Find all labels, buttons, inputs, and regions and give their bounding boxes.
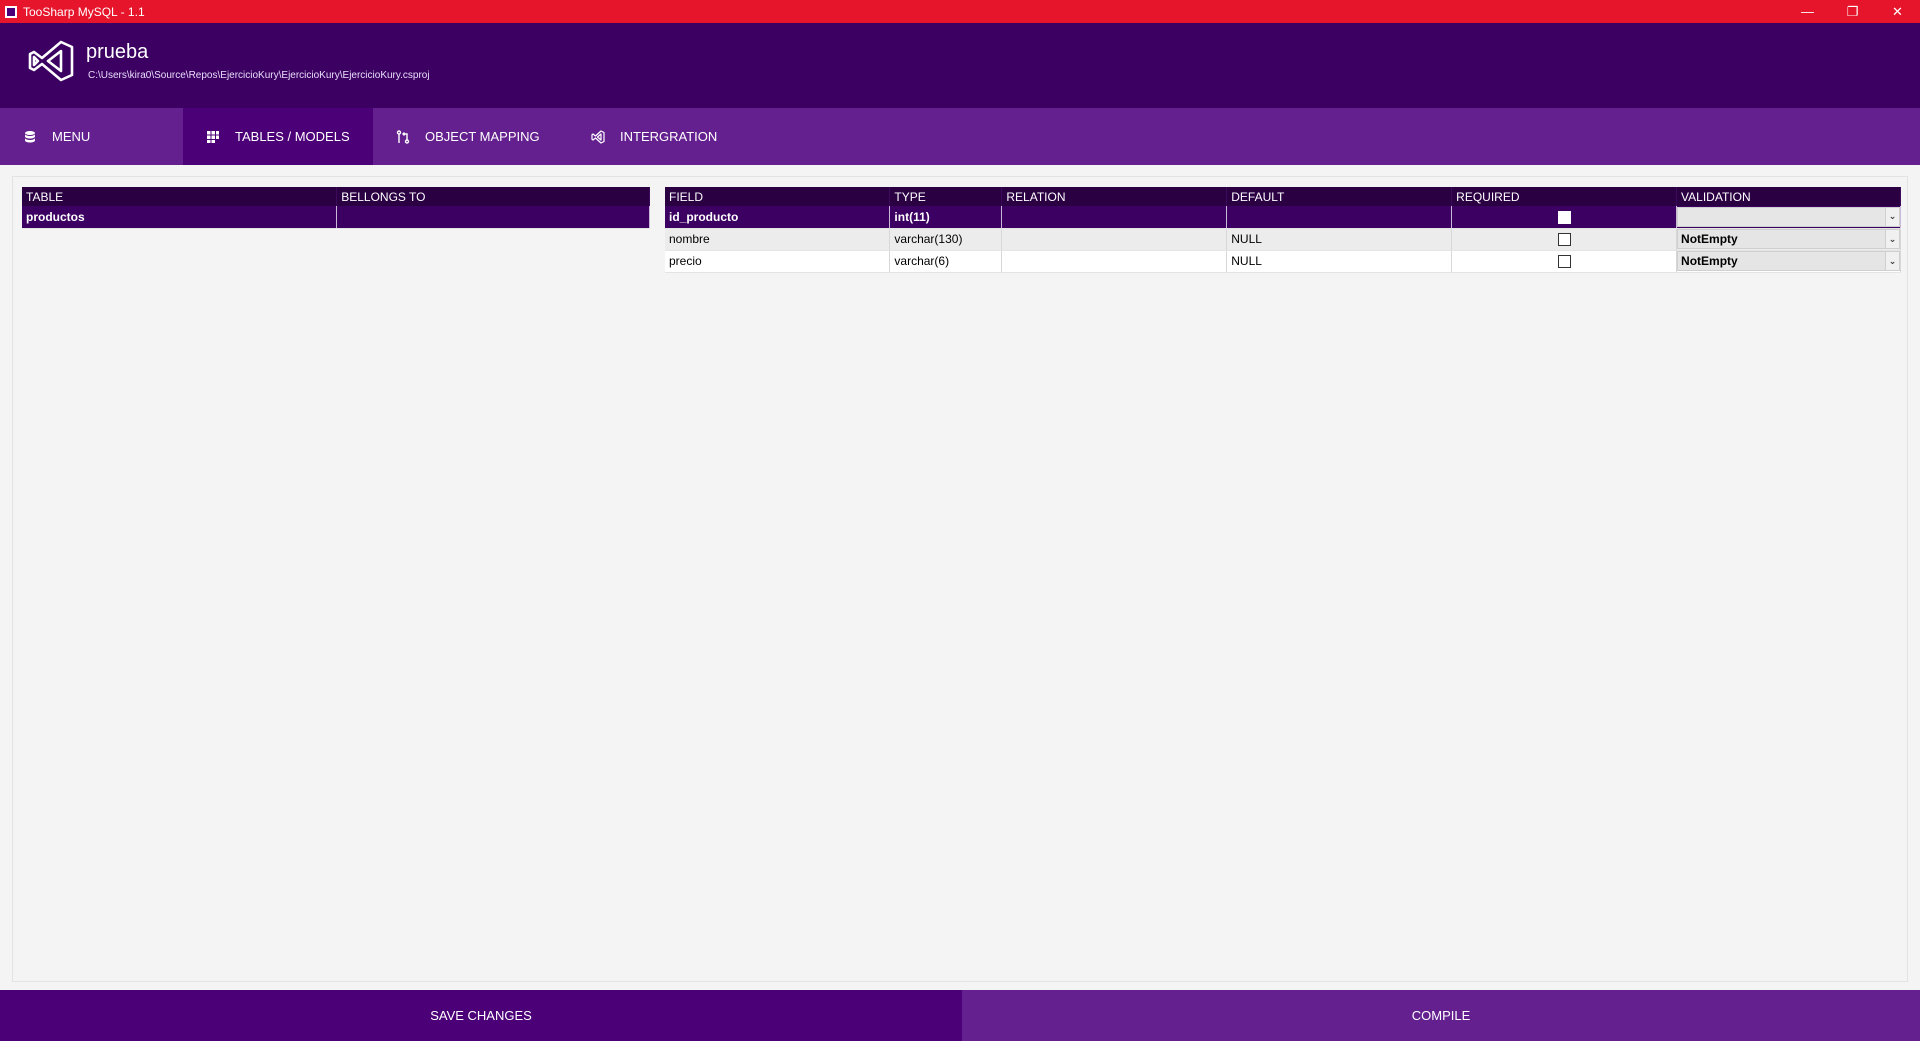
project-name: prueba bbox=[86, 41, 149, 63]
nav-label-object-mapping: OBJECT MAPPING bbox=[425, 129, 540, 144]
field-validation-cell: NotEmpty ⌄ bbox=[1676, 250, 1901, 273]
restore-button[interactable]: ❐ bbox=[1830, 0, 1875, 23]
field-relation-cell[interactable] bbox=[1001, 206, 1228, 229]
required-checkbox[interactable] bbox=[1557, 233, 1571, 247]
field-name-cell[interactable]: nombre bbox=[665, 228, 891, 251]
close-button[interactable]: ✕ bbox=[1875, 0, 1920, 23]
nav-item-menu[interactable]: MENU bbox=[0, 108, 183, 165]
save-changes-button[interactable]: SAVE CHANGES bbox=[0, 990, 962, 1041]
chevron-down-icon[interactable]: ⌄ bbox=[1885, 207, 1899, 226]
belongs-to-cell[interactable] bbox=[336, 206, 650, 229]
project-path: C:\Users\kira0\Source\Repos\EjercicioKur… bbox=[88, 70, 430, 81]
project-header: prueba C:\Users\kira0\Source\Repos\Ejerc… bbox=[0, 23, 1920, 108]
field-row[interactable]: id_producto int(11) ⌄ bbox=[665, 206, 1901, 229]
field-row[interactable]: nombre varchar(130) NULL NotEmpty ⌄ bbox=[665, 228, 1901, 251]
window-title: TooSharp MySQL - 1.1 bbox=[23, 4, 145, 19]
compile-button[interactable]: COMPILE bbox=[962, 990, 1920, 1041]
column-header-table: TABLE bbox=[22, 187, 338, 206]
validation-dropdown[interactable]: ⌄ bbox=[1677, 206, 1900, 227]
grid-icon bbox=[205, 129, 221, 145]
nav-item-intergration[interactable]: INTERGRATION bbox=[572, 108, 762, 165]
title-bar: TooSharp MySQL - 1.1 — ❐ ✕ bbox=[0, 0, 1920, 23]
column-header-belongs-to: BELLONGS TO bbox=[336, 187, 650, 206]
visual-studio-icon bbox=[590, 129, 606, 145]
field-type-cell[interactable]: varchar(130) bbox=[889, 228, 1003, 251]
main-nav: MENU TABLES / MODELS OBJECT MAPPING INTE… bbox=[0, 108, 1920, 165]
table-row[interactable]: productos bbox=[22, 206, 650, 229]
field-validation-cell: NotEmpty ⌄ bbox=[1676, 228, 1901, 251]
validation-dropdown[interactable]: NotEmpty ⌄ bbox=[1677, 229, 1900, 249]
field-type-cell[interactable]: varchar(6) bbox=[889, 250, 1003, 273]
minimize-button[interactable]: — bbox=[1785, 0, 1830, 23]
database-icon bbox=[22, 129, 38, 145]
content-area bbox=[12, 176, 1908, 982]
column-header-relation: RELATION bbox=[1001, 187, 1228, 206]
field-default-cell[interactable]: NULL bbox=[1226, 228, 1453, 251]
validation-value: NotEmpty bbox=[1681, 232, 1738, 246]
field-required-cell bbox=[1451, 228, 1678, 251]
field-name-cell[interactable]: precio bbox=[665, 250, 891, 273]
field-default-cell[interactable] bbox=[1226, 206, 1453, 229]
action-bar: SAVE CHANGES COMPILE bbox=[0, 990, 1920, 1041]
validation-value: NotEmpty bbox=[1681, 254, 1738, 268]
column-header-default: DEFAULT bbox=[1226, 187, 1453, 206]
field-required-cell bbox=[1451, 206, 1678, 229]
chevron-down-icon[interactable]: ⌄ bbox=[1885, 252, 1899, 270]
required-checkbox[interactable] bbox=[1557, 255, 1571, 269]
mapping-icon bbox=[395, 129, 411, 145]
field-relation-cell[interactable] bbox=[1001, 228, 1228, 251]
tables-grid: TABLE BELLONGS TO productos bbox=[22, 187, 650, 229]
field-name-cell[interactable]: id_producto bbox=[665, 206, 891, 229]
field-required-cell bbox=[1451, 250, 1678, 273]
column-header-type: TYPE bbox=[889, 187, 1003, 206]
nav-item-object-mapping[interactable]: OBJECT MAPPING bbox=[373, 108, 572, 165]
nav-item-tables-models[interactable]: TABLES / MODELS bbox=[183, 108, 373, 165]
required-checkbox[interactable] bbox=[1557, 210, 1571, 224]
field-type-cell[interactable]: int(11) bbox=[889, 206, 1003, 229]
validation-dropdown[interactable]: NotEmpty ⌄ bbox=[1677, 251, 1900, 271]
fields-grid: FIELD TYPE RELATION DEFAULT REQUIRED VAL… bbox=[665, 187, 1901, 273]
column-header-validation: VALIDATION bbox=[1676, 187, 1901, 206]
table-name-cell[interactable]: productos bbox=[22, 206, 338, 229]
app-icon bbox=[5, 5, 17, 18]
window-controls: — ❐ ✕ bbox=[1785, 0, 1920, 23]
field-validation-cell: ⌄ bbox=[1676, 206, 1901, 229]
nav-label-tables-models: TABLES / MODELS bbox=[235, 129, 350, 144]
chevron-down-icon[interactable]: ⌄ bbox=[1885, 230, 1899, 248]
column-header-required: REQUIRED bbox=[1451, 187, 1678, 206]
nav-label-intergration: INTERGRATION bbox=[620, 129, 718, 144]
visual-studio-logo-icon bbox=[28, 40, 74, 82]
field-relation-cell[interactable] bbox=[1001, 250, 1228, 273]
column-header-field: FIELD bbox=[665, 187, 891, 206]
nav-label-menu: MENU bbox=[52, 129, 91, 144]
field-row[interactable]: precio varchar(6) NULL NotEmpty ⌄ bbox=[665, 250, 1901, 273]
field-default-cell[interactable]: NULL bbox=[1226, 250, 1453, 273]
